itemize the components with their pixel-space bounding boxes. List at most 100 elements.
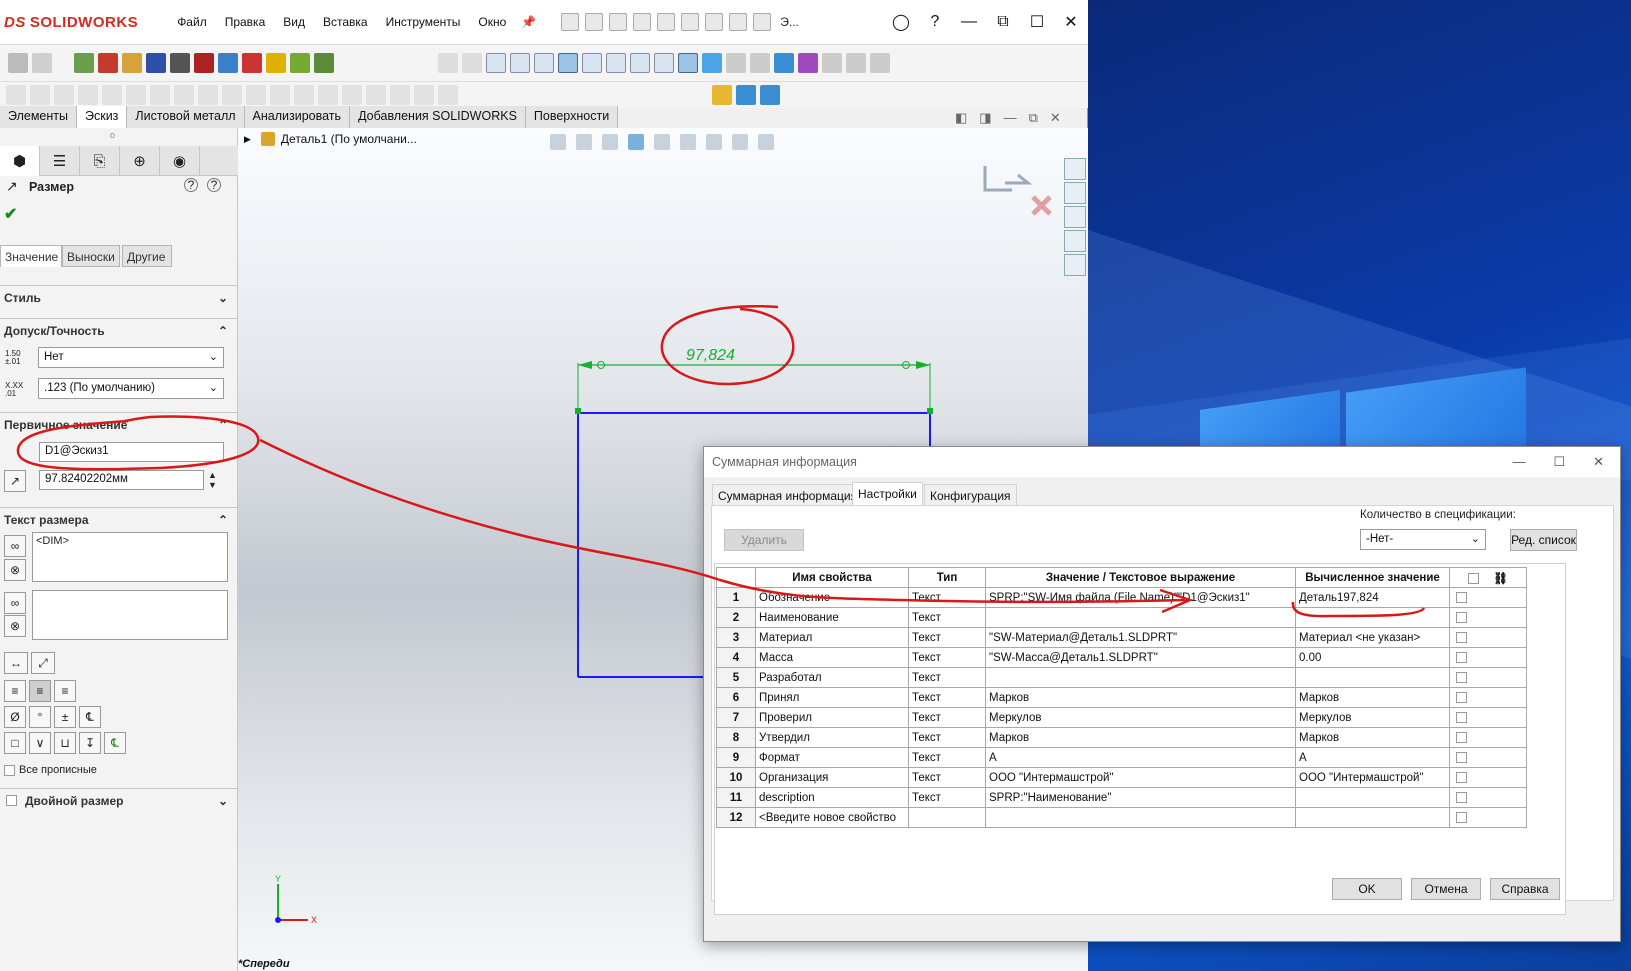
link-checkbox[interactable] [1456, 691, 1467, 703]
link-checkbox[interactable] [1456, 811, 1467, 823]
link-checkbox-cell[interactable] [1449, 727, 1527, 748]
property-expression-cell[interactable]: "SW-Масса@Деталь1.SLDPRT" [985, 647, 1296, 668]
property-expression-cell[interactable] [985, 607, 1296, 628]
property-name-cell[interactable]: Обозначение [755, 587, 909, 608]
link-checkbox[interactable] [1456, 651, 1467, 663]
property-name-cell[interactable]: Формат [755, 747, 909, 768]
link-checkbox[interactable] [1456, 731, 1467, 743]
table-row[interactable]: 1 Обозначение Текст SPRP:"SW-Имя файла (Fil… [716, 587, 1527, 608]
property-expression-cell[interactable]: SPRP:"Наименование" [985, 787, 1296, 808]
property-expression-cell[interactable]: "SW-Материал@Деталь1.SLDPRT" [985, 627, 1296, 648]
property-expression-cell[interactable]: SPRP:"SW-Имя файла (File Name)""D1@Эскиз… [985, 587, 1296, 608]
view-orientation-label: *Спереди [238, 958, 290, 970]
property-type-cell[interactable]: Текст [908, 667, 986, 688]
link-checkbox[interactable] [1456, 751, 1467, 763]
link-checkbox-cell[interactable] [1449, 707, 1527, 728]
property-name-cell[interactable]: Разработал [755, 667, 909, 688]
property-type-cell[interactable] [908, 807, 986, 828]
table-row[interactable]: 12 <Введите новое свойство [716, 807, 1527, 828]
table-row[interactable]: 2 Наименование Текст [716, 607, 1527, 628]
link-checkbox[interactable] [1456, 631, 1467, 643]
property-type-cell[interactable]: Текст [908, 707, 986, 728]
property-name-cell[interactable]: Утвердил [755, 727, 909, 748]
property-value-cell: 0.00 [1295, 647, 1450, 668]
tab-configuration[interactable]: Конфигурация [924, 484, 1017, 506]
property-expression-cell[interactable]: Марков [985, 687, 1296, 708]
table-row[interactable]: 11 description Текст SPRP:"Наименование" [716, 787, 1527, 808]
col-header-expression[interactable]: Значение / Текстовое выражение [985, 567, 1296, 588]
edit-list-button[interactable]: Ред. список [1510, 529, 1577, 551]
bom-qty-select[interactable]: -Нет- ⌄ [1360, 529, 1486, 550]
property-type-cell[interactable]: Текст [908, 727, 986, 748]
link-checkbox[interactable] [1456, 791, 1467, 803]
dialog-title-bar: Суммарная информация — ☐ ✕ [704, 447, 1620, 477]
coordinate-triad: Y X [275, 874, 317, 925]
property-expression-cell[interactable]: Марков [985, 727, 1296, 748]
row-number: 6 [716, 687, 756, 708]
table-row[interactable]: 10 Организация Текст ООО "Интермашстрой" ООО… [716, 767, 1527, 788]
link-checkbox[interactable] [1456, 711, 1467, 723]
close-icon[interactable]: ✕ [1593, 454, 1604, 470]
summary-info-dialog: Суммарная информация — ☐ ✕ Суммарная инф… [703, 446, 1621, 942]
link-checkbox-cell[interactable] [1449, 787, 1527, 808]
link-checkbox-cell[interactable] [1449, 687, 1527, 708]
maximize-icon[interactable]: ☐ [1553, 454, 1565, 470]
col-header-name[interactable]: Имя свойства [755, 567, 909, 588]
property-type-cell[interactable]: Текст [908, 687, 986, 708]
tab-custom[interactable]: Настройки [852, 482, 923, 506]
link-checkbox[interactable] [1456, 611, 1467, 623]
link-checkbox[interactable] [1456, 771, 1467, 783]
link-checkbox-cell[interactable] [1449, 807, 1527, 828]
ok-button[interactable]: OK [1332, 878, 1402, 900]
cancel-button[interactable]: Отмена [1411, 878, 1481, 900]
property-expression-cell[interactable] [985, 667, 1296, 688]
property-name-cell[interactable]: Наименование [755, 607, 909, 628]
property-name-cell[interactable]: Масса [755, 647, 909, 668]
col-header-value[interactable]: Вычисленное значение [1295, 567, 1450, 588]
link-checkbox-cell[interactable] [1449, 747, 1527, 768]
table-row[interactable]: 4 Масса Текст "SW-Масса@Деталь1.SLDPRT" 0.00 [716, 647, 1527, 668]
link-checkbox-cell[interactable] [1449, 587, 1527, 608]
property-value-cell [1295, 607, 1450, 628]
col-header-type[interactable]: Тип [908, 567, 986, 588]
property-type-cell[interactable]: Текст [908, 747, 986, 768]
property-type-cell[interactable]: Текст [908, 647, 986, 668]
link-checkbox-cell[interactable] [1449, 607, 1527, 628]
property-name-cell[interactable]: Материал [755, 627, 909, 648]
dimension-annotation[interactable]: 97,824 [575, 347, 933, 414]
minimize-icon[interactable]: — [1512, 454, 1525, 470]
table-row[interactable]: 7 Проверил Текст Меркулов Меркулов [716, 707, 1527, 728]
row-number: 1 [716, 587, 756, 608]
property-name-cell[interactable]: Принял [755, 687, 909, 708]
table-row[interactable]: 6 Принял Текст Марков Марков [716, 687, 1527, 708]
property-name-cell[interactable]: Организация [755, 767, 909, 788]
property-type-cell[interactable]: Текст [908, 787, 986, 808]
property-name-cell[interactable]: Проверил [755, 707, 909, 728]
property-name-cell[interactable]: <Введите новое свойство [755, 807, 909, 828]
property-type-cell[interactable]: Текст [908, 627, 986, 648]
link-checkbox-cell[interactable] [1449, 767, 1527, 788]
link-checkbox[interactable] [1456, 591, 1467, 603]
property-type-cell[interactable]: Текст [908, 607, 986, 628]
link-checkbox[interactable] [1456, 671, 1467, 683]
link-checkbox-cell[interactable] [1449, 647, 1527, 668]
col-header-link[interactable]: ⛓ [1449, 567, 1527, 588]
table-row[interactable]: 8 Утвердил Текст Марков Марков [716, 727, 1527, 748]
link-checkbox-cell[interactable] [1449, 667, 1527, 688]
delete-button[interactable]: Удалить [724, 529, 804, 551]
property-expression-cell[interactable] [985, 807, 1296, 828]
property-type-cell[interactable]: Текст [908, 587, 986, 608]
tab-summary[interactable]: Суммарная информация [712, 484, 864, 506]
property-expression-cell[interactable]: ООО "Интермашстрой" [985, 767, 1296, 788]
row-number: 9 [716, 747, 756, 768]
property-name-cell[interactable]: description [755, 787, 909, 808]
confirmation-corner[interactable] [983, 166, 1052, 216]
table-row[interactable]: 3 Материал Текст "SW-Материал@Деталь1.SLDPR… [716, 627, 1527, 648]
property-expression-cell[interactable]: A [985, 747, 1296, 768]
table-row[interactable]: 9 Формат Текст A A [716, 747, 1527, 768]
table-row[interactable]: 5 Разработал Текст [716, 667, 1527, 688]
property-expression-cell[interactable]: Меркулов [985, 707, 1296, 728]
help-button[interactable]: Справка [1490, 878, 1560, 900]
property-type-cell[interactable]: Текст [908, 767, 986, 788]
link-checkbox-cell[interactable] [1449, 627, 1527, 648]
